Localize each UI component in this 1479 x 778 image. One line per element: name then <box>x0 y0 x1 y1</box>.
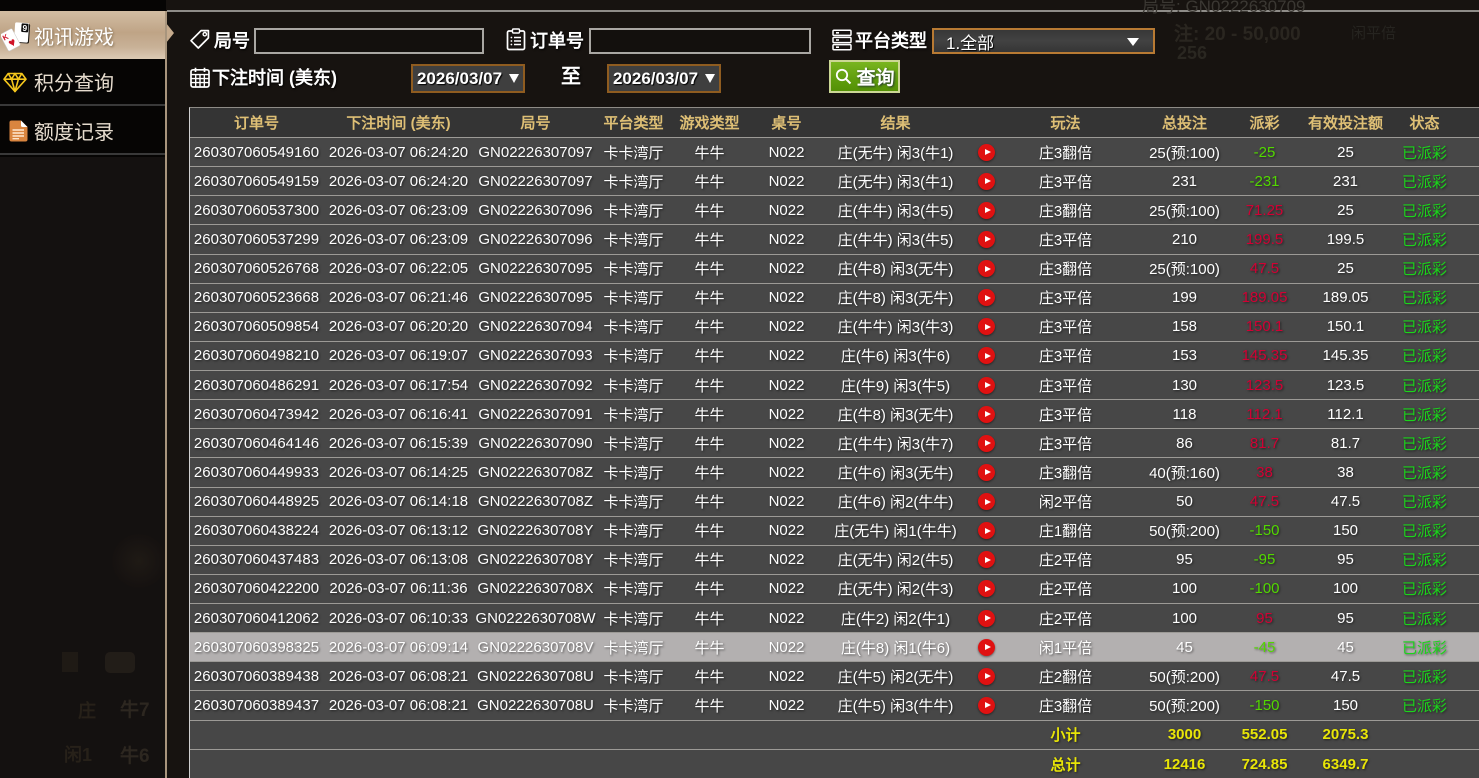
svg-text:9: 9 <box>22 23 28 33</box>
